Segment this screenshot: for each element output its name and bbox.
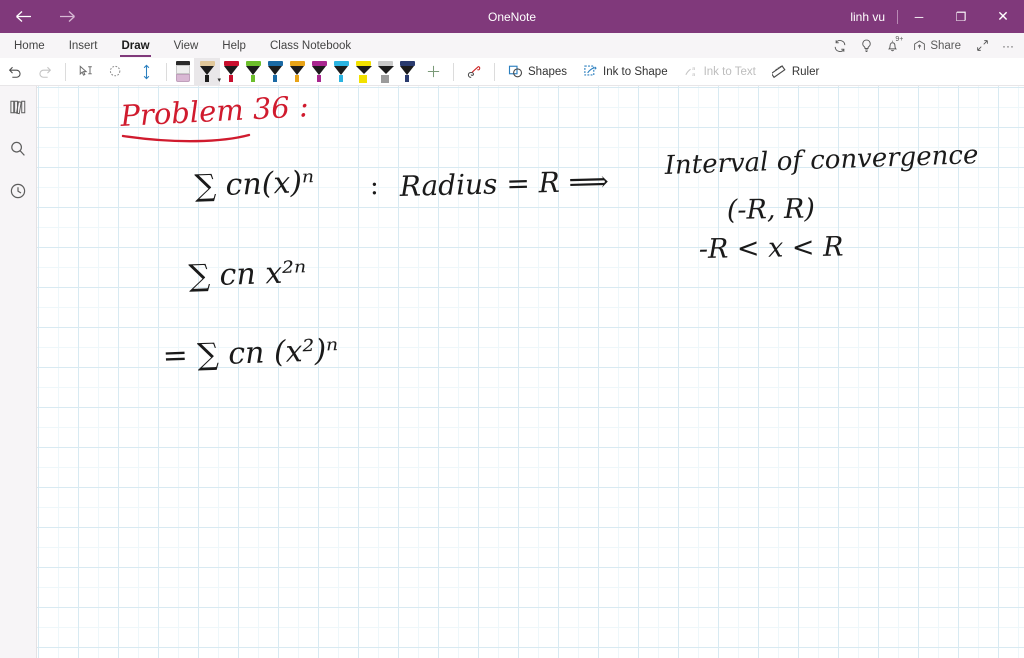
ribbon-right-tools: 9+ Share ··· <box>828 33 1020 58</box>
title-bar: OneNote linh vu ─ ❐ ✕ <box>0 0 1024 33</box>
toolbar-divider-3 <box>453 62 454 81</box>
ink-replay-icon[interactable] <box>461 59 487 85</box>
undo-button[interactable] <box>2 59 28 85</box>
highlighter-yellow[interactable] <box>352 58 374 86</box>
notebooks-icon[interactable] <box>3 94 33 120</box>
search-icon[interactable] <box>3 136 33 162</box>
ink-to-text-button[interactable]: a a Ink to Text <box>676 59 764 85</box>
ribbon-tab-bar: Home Insert Draw View Help Class Noteboo… <box>0 33 1024 58</box>
expand-icon[interactable] <box>970 33 994 58</box>
user-account-name[interactable]: linh vu <box>838 10 897 24</box>
ink-to-text-label: Ink to Text <box>703 65 756 78</box>
toolbar-divider-2 <box>166 62 167 81</box>
pen-magenta-icon <box>311 58 327 84</box>
tab-draw[interactable]: Draw <box>111 33 159 58</box>
ink-title-text: Problem 36 : <box>119 89 310 133</box>
lasso-select-icon[interactable] <box>103 59 129 85</box>
ink-to-shape-button[interactable]: Ink to Shape <box>575 59 676 85</box>
note-page-canvas[interactable]: Problem 36 : ∑ cn(x)ⁿ : Radius = R ⟹ Int… <box>37 86 1024 658</box>
pen-red-icon <box>223 58 239 84</box>
ink-line1-radius: Radius = R ⟹ <box>398 165 609 203</box>
navigation-buttons <box>0 5 82 29</box>
tab-class-notebook[interactable]: Class Notebook <box>260 33 361 58</box>
pen-green[interactable] <box>242 58 264 86</box>
ink-line1-colon: : <box>370 171 379 201</box>
select-ink-icon[interactable] <box>73 59 99 85</box>
draw-toolbar: ▾ Shapes Ink to Shape a a Ink to Text Ru… <box>0 57 1024 86</box>
shapes-label: Shapes <box>528 65 568 78</box>
highlighter-silver[interactable] <box>374 58 396 86</box>
forward-arrow-icon[interactable] <box>52 5 82 29</box>
pen-black-icon <box>199 58 215 84</box>
pen-green-icon <box>245 58 261 84</box>
redo-button[interactable] <box>32 59 58 85</box>
more-options-icon[interactable]: ··· <box>996 33 1020 58</box>
pen-black[interactable]: ▾ <box>194 57 221 86</box>
ink-to-shape-label: Ink to Shape <box>603 65 668 78</box>
recent-notes-icon[interactable] <box>3 178 33 204</box>
close-button[interactable]: ✕ <box>982 0 1024 33</box>
toolbar-divider-4 <box>494 62 495 81</box>
pen-cyan[interactable] <box>330 58 352 86</box>
shapes-button[interactable]: Shapes <box>500 59 575 85</box>
notifications-bell-icon[interactable]: 9+ <box>880 33 904 58</box>
highlighter-silver-icon <box>377 58 394 84</box>
eraser-tool[interactable] <box>172 58 194 86</box>
tab-insert[interactable]: Insert <box>59 33 108 58</box>
lightbulb-icon[interactable] <box>854 33 878 58</box>
tab-home[interactable]: Home <box>4 33 55 58</box>
tab-view[interactable]: View <box>164 33 209 58</box>
ink-title-underline <box>121 133 251 143</box>
pen-navy-icon <box>399 58 415 84</box>
pen-palette: ▾ <box>172 57 418 86</box>
ink-interval-heading: Interval of convergence <box>663 140 979 181</box>
pen-navy[interactable] <box>396 58 418 86</box>
share-label: Share <box>930 39 961 52</box>
tab-help[interactable]: Help <box>212 33 256 58</box>
pen-red[interactable] <box>220 58 242 86</box>
pen-blue[interactable] <box>264 58 286 86</box>
title-bar-right: linh vu ─ ❐ ✕ <box>838 0 1024 33</box>
sync-icon[interactable] <box>828 33 852 58</box>
share-button[interactable]: Share <box>906 33 968 58</box>
ink-line1-sum: ∑ cn(x)ⁿ <box>194 165 315 204</box>
svg-text:a: a <box>692 66 695 72</box>
ink-note-title: Problem 36 : <box>119 89 310 143</box>
maximize-restore-button[interactable]: ❐ <box>940 0 982 33</box>
ink-interval-inequality: -R < x < R <box>699 231 844 265</box>
left-navigation-rail <box>0 86 37 658</box>
ink-interval-notation: (-R, R) <box>727 193 816 226</box>
ruler-button[interactable]: Ruler <box>764 59 827 85</box>
pen-magenta[interactable] <box>308 58 330 86</box>
minimize-button[interactable]: ─ <box>898 0 940 33</box>
toolbar-divider-1 <box>65 62 66 81</box>
eraser-icon <box>176 60 190 83</box>
ink-line2: ∑ cn x²ⁿ <box>188 255 307 294</box>
panning-hand-icon[interactable] <box>133 59 159 85</box>
pen-cyan-icon <box>333 58 349 84</box>
svg-text:a: a <box>692 72 695 78</box>
back-arrow-icon[interactable] <box>8 5 38 29</box>
pen-gold-icon <box>289 58 305 84</box>
pen-blue-icon <box>267 58 283 84</box>
pen-gold[interactable] <box>286 58 308 86</box>
add-pen-button[interactable] <box>420 59 446 85</box>
highlighter-yellow-icon <box>355 58 372 84</box>
ink-layer: Problem 36 : ∑ cn(x)ⁿ : Radius = R ⟹ Int… <box>119 89 979 374</box>
ruler-label: Ruler <box>791 65 820 78</box>
ink-line3: = ∑ cn (x²)ⁿ <box>162 333 339 374</box>
notification-badge-count: 9+ <box>895 36 904 43</box>
